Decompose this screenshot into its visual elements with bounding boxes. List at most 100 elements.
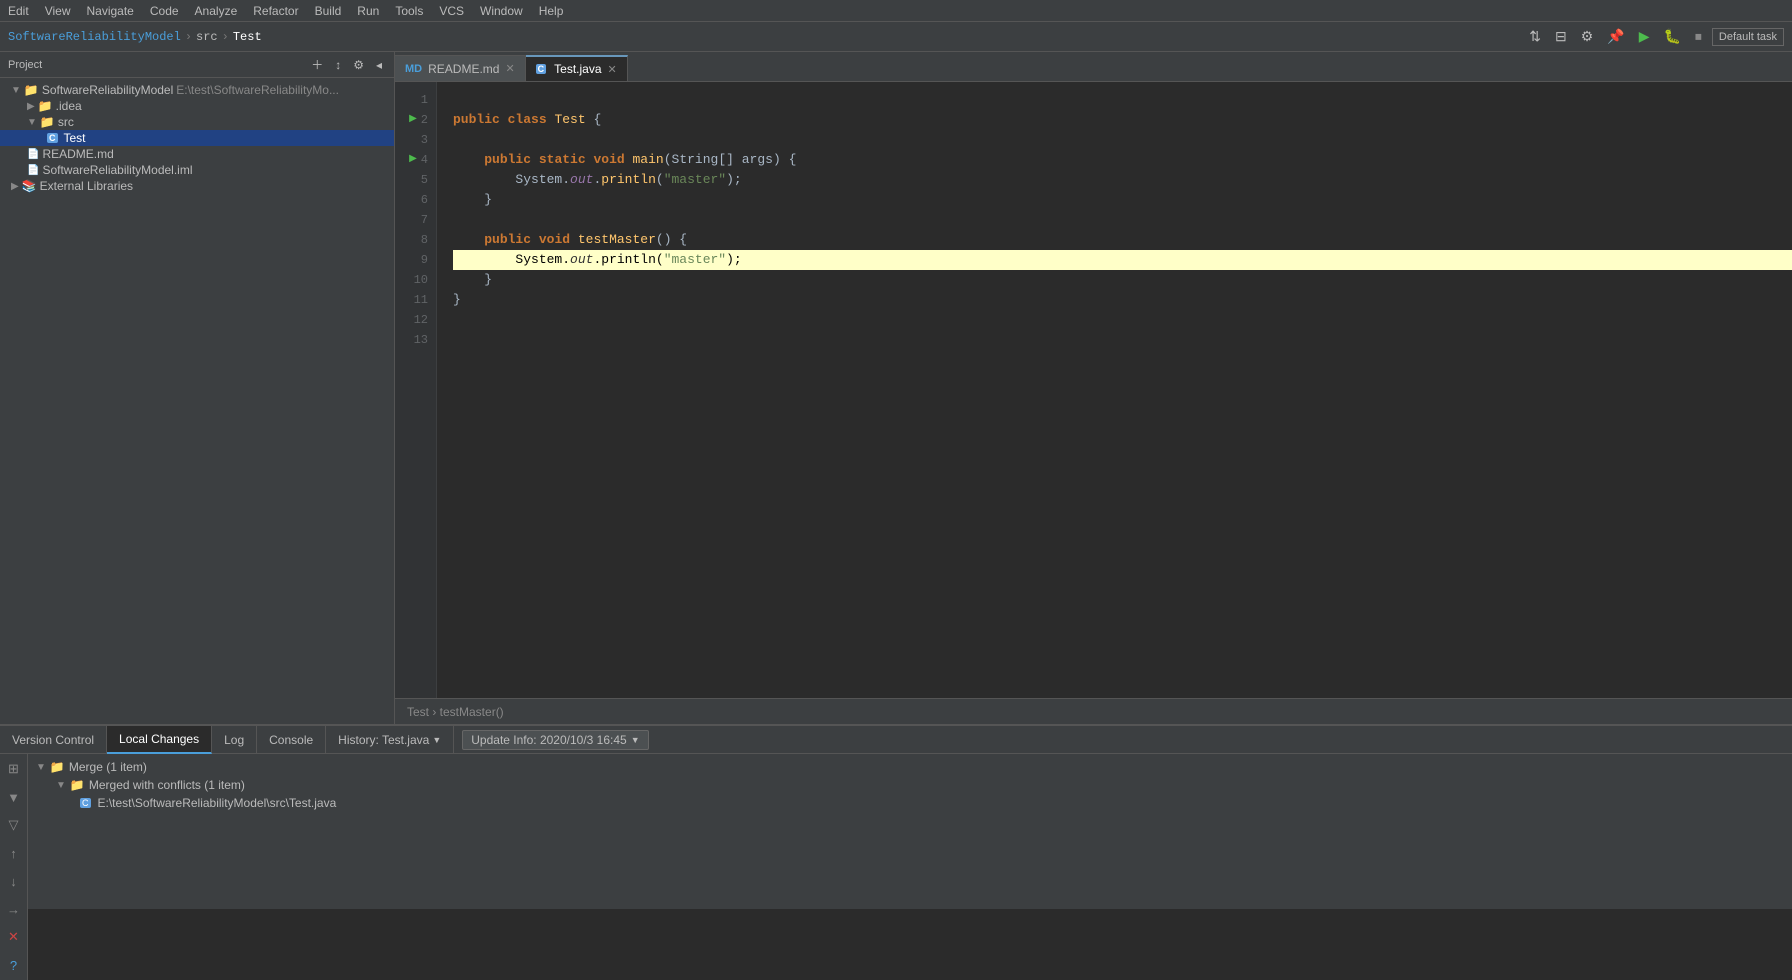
tab-testjava[interactable]: C Test.java ✕ xyxy=(526,55,628,81)
breadcrumb-src[interactable]: src xyxy=(196,30,218,44)
bottom-tab-version-control[interactable]: Version Control xyxy=(0,726,107,754)
add-button[interactable]: ＋ xyxy=(307,54,327,75)
breadcrumb: SoftwareReliabilityModel › src › Test xyxy=(8,30,1521,44)
tree-test-java[interactable]: C Test xyxy=(0,130,394,146)
filter-btn[interactable]: ▽ xyxy=(3,814,25,836)
line-5: 5 xyxy=(395,170,436,190)
run-line4[interactable]: ▶ xyxy=(409,150,417,170)
settings-button[interactable]: ⚙ xyxy=(1577,26,1598,47)
readme-close-button[interactable]: ✕ xyxy=(505,62,514,75)
local-changes-label: Local Changes xyxy=(119,732,199,746)
conflict-file-item[interactable]: C E:\test\SoftwareReliabilityModel\src\T… xyxy=(28,794,1792,812)
code-line-7 xyxy=(453,210,1792,230)
bottom-tab-console[interactable]: Console xyxy=(257,726,326,754)
code-line-2: public class Test { xyxy=(453,110,1792,130)
src-folder-icon: 📁 xyxy=(40,115,55,129)
collapse-all-button[interactable]: ⊟ xyxy=(1551,26,1571,47)
sort-button[interactable]: ⇅ xyxy=(1525,26,1545,47)
line-11: 11 xyxy=(395,290,436,310)
menu-navigate[interactable]: Navigate xyxy=(86,4,133,18)
merge-root-item[interactable]: ▼ 📁 Merge (1 item) xyxy=(28,758,1792,776)
menu-refactor[interactable]: Refactor xyxy=(253,4,298,18)
menu-run[interactable]: Run xyxy=(357,4,379,18)
project-label: Project xyxy=(8,59,42,71)
testjava-tab-label: Test.java xyxy=(554,62,601,76)
tree-external-libraries[interactable]: ▶ 📚 External Libraries xyxy=(0,178,394,194)
project-panel: Project ＋ ↕ ⚙ ◂ ▼ 📁 SoftwareReliabilityM… xyxy=(0,52,395,724)
expand-all-tool-btn[interactable]: ▼ xyxy=(3,786,25,808)
menu-build[interactable]: Build xyxy=(315,4,342,18)
line-2: ▶2 xyxy=(395,110,436,130)
menu-tools[interactable]: Tools xyxy=(395,4,423,18)
menu-window[interactable]: Window xyxy=(480,4,523,18)
line-numbers: 1 ▶2 3 ▶4 5 6 7 8 9 10 11 12 13 xyxy=(395,82,437,698)
run-debug-button[interactable]: 🐛 xyxy=(1659,26,1684,47)
tree-idea-folder[interactable]: ▶ 📁 .idea xyxy=(0,98,394,114)
tree-iml[interactable]: 📄 SoftwareReliabilityModel.iml xyxy=(0,162,394,178)
code-line-8: public void testMaster() { xyxy=(453,230,1792,250)
merge-root-label: Merge (1 item) xyxy=(69,760,147,774)
line-12: 12 xyxy=(395,310,436,330)
bottom-panel: Version Control Local Changes Log Consol… xyxy=(0,724,1792,909)
breadcrumb-test[interactable]: Test xyxy=(233,30,262,44)
code-line-13 xyxy=(453,330,1792,350)
update-info-button[interactable]: Update Info: 2020/10/3 16:45 ▼ xyxy=(462,730,648,750)
pin-button[interactable]: 📌 xyxy=(1603,26,1628,47)
sync-button[interactable]: ↕ xyxy=(331,54,345,75)
readme-tab-label: README.md xyxy=(428,62,499,76)
line-1: 1 xyxy=(395,90,436,110)
bottom-tab-local-changes[interactable]: Local Changes xyxy=(107,726,212,754)
run-line2[interactable]: ▶ xyxy=(409,110,417,130)
menu-code[interactable]: Code xyxy=(150,4,179,18)
bottom-content: ⊞ ▼ ▽ ↑ ↓ → ✕ ? ▼ 📁 Merge (1 item) ▼ 📁 M… xyxy=(0,754,1792,980)
update-info-dropdown-icon: ▼ xyxy=(631,735,640,745)
chevron-down-icon2: ▼ xyxy=(27,117,37,128)
menu-edit[interactable]: Edit xyxy=(8,4,29,18)
toolbar: SoftwareReliabilityModel › src › Test ⇅ … xyxy=(0,22,1792,52)
merged-with-conflicts-item[interactable]: ▼ 📁 Merged with conflicts (1 item) xyxy=(28,776,1792,794)
menu-view[interactable]: View xyxy=(45,4,71,18)
breadcrumb-project[interactable]: SoftwareReliabilityModel xyxy=(8,30,181,44)
code-line-11: } xyxy=(453,290,1792,310)
src-folder-label: src xyxy=(58,115,74,129)
status-breadcrumb-text: Test › testMaster() xyxy=(407,705,504,719)
bottom-tab-history[interactable]: History: Test.java ▼ xyxy=(326,726,454,754)
stop-button[interactable]: ⏹ xyxy=(1691,26,1706,47)
tree-root[interactable]: ▼ 📁 SoftwareReliabilityModel E:\test\Sof… xyxy=(0,82,394,98)
bottom-tab-bar: Version Control Local Changes Log Consol… xyxy=(0,726,1792,754)
gear-button[interactable]: ⚙ xyxy=(349,54,368,75)
code-line-10: } xyxy=(453,270,1792,290)
md-file-icon: 📄 xyxy=(27,149,39,160)
java-file-icon: C xyxy=(47,133,58,143)
menu-vcs[interactable]: VCS xyxy=(439,4,464,18)
conflict-chevron-down: ▼ xyxy=(56,780,66,791)
menu-help[interactable]: Help xyxy=(539,4,564,18)
run-build-button[interactable]: ▶ xyxy=(1635,26,1654,47)
chevron-right-icon2: ▶ xyxy=(11,181,19,192)
idea-folder-icon: 📁 xyxy=(38,99,53,113)
line-6: 6 xyxy=(395,190,436,210)
status-breadcrumb: Test › testMaster() xyxy=(395,698,1792,724)
menu-analyze[interactable]: Analyze xyxy=(195,4,238,18)
conflict-folder-icon: 📁 xyxy=(70,778,85,792)
help-btn[interactable]: ? xyxy=(3,954,25,976)
tree-src-folder[interactable]: ▼ 📁 src xyxy=(0,114,394,130)
code-line-4: public static void main(String[] args) { xyxy=(453,150,1792,170)
move-up-btn[interactable]: ↑ xyxy=(3,842,25,864)
collapse-all-tool-btn[interactable]: ⊞ xyxy=(3,758,25,780)
editor-area: MD README.md ✕ C Test.java ✕ 1 ▶2 3 ▶4 5… xyxy=(395,52,1792,724)
code-editor[interactable]: 1 ▶2 3 ▶4 5 6 7 8 9 10 11 12 13 public c… xyxy=(395,82,1792,698)
tab-readme[interactable]: MD README.md ✕ xyxy=(395,55,526,81)
expand-button[interactable]: ◂ xyxy=(372,54,386,75)
bottom-tab-log[interactable]: Log xyxy=(212,726,257,754)
remove-btn[interactable]: ✕ xyxy=(3,926,25,948)
tree-readme[interactable]: 📄 README.md xyxy=(0,146,394,162)
code-line-9: System.out.println("master"); xyxy=(453,250,1792,270)
history-dropdown-icon[interactable]: ▼ xyxy=(432,735,441,745)
code-content[interactable]: public class Test { public static void m… xyxy=(437,82,1792,698)
move-btn[interactable]: → xyxy=(3,898,25,920)
line-7: 7 xyxy=(395,210,436,230)
testjava-close-button[interactable]: ✕ xyxy=(608,63,617,76)
move-down-btn[interactable]: ↓ xyxy=(3,870,25,892)
default-task-button[interactable]: Default task xyxy=(1712,28,1784,46)
